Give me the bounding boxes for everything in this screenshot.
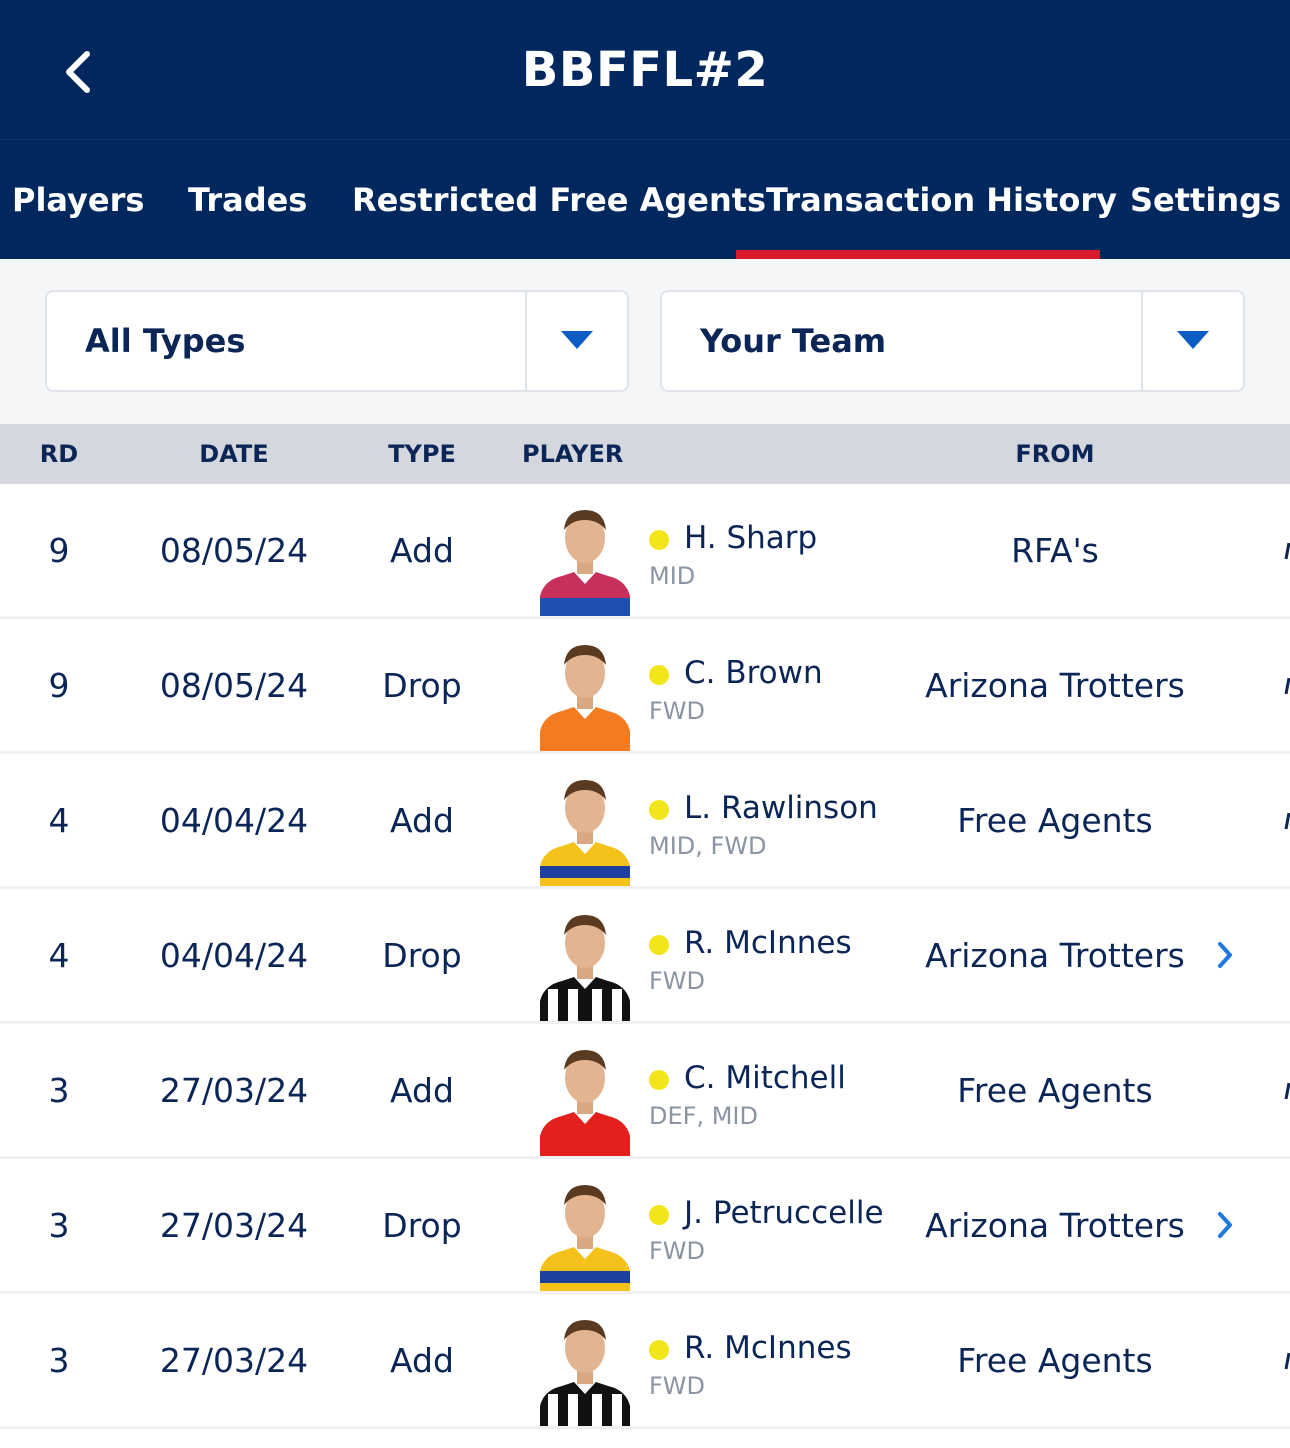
round-cell: 4: [48, 935, 70, 975]
app-header: BBFFL#2: [0, 0, 1290, 139]
player-name[interactable]: C. Brown: [684, 655, 823, 691]
column-header-type: TYPE: [388, 440, 456, 468]
player-name[interactable]: L. Rawlinson: [684, 790, 878, 826]
tab-players[interactable]: Players: [12, 140, 144, 260]
chevron-left-icon: [66, 51, 90, 93]
player-position: FWD: [649, 1237, 706, 1265]
player-status-dot: [649, 1205, 669, 1225]
date-cell: 27/03/24: [159, 1340, 309, 1380]
table-header: RD DATE TYPE PLAYER FROM: [0, 424, 1290, 484]
player-position: DEF, MID: [649, 1102, 758, 1130]
round-cell: 3: [48, 1070, 70, 1110]
from-cell: Arizona Trotters: [925, 1205, 1185, 1245]
player-avatar: [540, 635, 630, 751]
type-cell: Drop: [382, 1205, 462, 1245]
date-cell: 08/05/24: [159, 665, 309, 705]
column-header-rd: RD: [39, 440, 79, 468]
filter-bar: All Types Your Team: [0, 259, 1290, 424]
column-header-date: DATE: [199, 440, 269, 468]
player-avatar: [540, 770, 630, 886]
round-cell: 3: [48, 1205, 70, 1245]
clipped-column-edge: [1284, 1352, 1290, 1370]
date-cell: 04/04/24: [159, 935, 309, 975]
table-row[interactable]: 9 08/05/24 Drop C. Brown FWD Arizona Trotters: [0, 619, 1290, 754]
type-cell: Add: [390, 1340, 454, 1380]
player-status-dot: [649, 800, 669, 820]
page-title: BBFFL#2: [521, 41, 769, 98]
active-tab-indicator: [736, 250, 1100, 259]
type-filter-select[interactable]: All Types: [45, 290, 629, 392]
chevron-right-icon[interactable]: [1210, 1205, 1240, 1245]
from-cell: Free Agents: [957, 1340, 1153, 1380]
table-row[interactable]: 4 04/04/24 Add L. Rawlinson MID, FWD Free Age…: [0, 754, 1290, 889]
date-cell: 27/03/24: [159, 1205, 309, 1245]
team-filter-select[interactable]: Your Team: [660, 290, 1245, 392]
type-cell: Add: [390, 1070, 454, 1110]
player-name[interactable]: C. Mitchell: [684, 1060, 846, 1096]
from-cell: Free Agents: [957, 1070, 1153, 1110]
tab-trades[interactable]: Trades: [188, 140, 307, 260]
caret-down-icon: [1177, 331, 1209, 349]
from-cell: RFA's: [1011, 530, 1099, 570]
table-row[interactable]: 3 27/03/24 Drop J. Petruccelle FWD Arizona Tr…: [0, 1159, 1290, 1294]
round-cell: 4: [48, 800, 70, 840]
column-header-from: FROM: [1015, 440, 1095, 468]
date-cell: 04/04/24: [159, 800, 309, 840]
type-filter-dropdown-button[interactable]: [525, 292, 627, 390]
round-cell: 9: [48, 530, 70, 570]
table-row[interactable]: 3 27/03/24 Add C. Mitchell DEF, MID Free Agen…: [0, 1024, 1290, 1159]
player-avatar: [540, 1175, 630, 1291]
type-cell: Drop: [382, 665, 462, 705]
table-row[interactable]: 4 04/04/24 Drop R. McInnes FWD Arizona Trotte…: [0, 889, 1290, 1024]
player-name[interactable]: R. McInnes: [684, 1330, 852, 1366]
player-status-dot: [649, 1070, 669, 1090]
player-status-dot: [649, 1340, 669, 1360]
tab-transaction-history[interactable]: Transaction History: [766, 140, 1117, 260]
round-cell: 3: [48, 1340, 70, 1380]
player-position: MID, FWD: [649, 832, 767, 860]
from-cell: Arizona Trotters: [925, 935, 1185, 975]
from-cell: Free Agents: [957, 800, 1153, 840]
player-avatar: [540, 1040, 630, 1156]
player-status-dot: [649, 935, 669, 955]
table-row[interactable]: 3 27/03/24 Add R. McInnes FWD Free Agents: [0, 1294, 1290, 1429]
player-position: FWD: [649, 967, 706, 995]
player-status-dot: [649, 665, 669, 685]
player-position: FWD: [649, 1372, 706, 1400]
caret-down-icon: [561, 331, 593, 349]
back-button[interactable]: [48, 42, 108, 102]
from-cell: Arizona Trotters: [925, 665, 1185, 705]
round-cell: 9: [48, 665, 70, 705]
clipped-column-edge: [1284, 542, 1290, 560]
player-name[interactable]: H. Sharp: [684, 520, 817, 556]
date-cell: 27/03/24: [159, 1070, 309, 1110]
tab-settings[interactable]: Settings: [1130, 140, 1281, 260]
tab-bar: Players Trades Restricted Free Agents Tr…: [0, 139, 1290, 259]
type-filter-value: All Types: [85, 322, 246, 360]
chevron-right-icon[interactable]: [1210, 935, 1240, 975]
column-header-player: PLAYER: [522, 440, 624, 468]
player-avatar: [540, 500, 630, 616]
player-avatar: [540, 1310, 630, 1426]
type-cell: Drop: [382, 935, 462, 975]
type-cell: Add: [390, 530, 454, 570]
player-name[interactable]: J. Petruccelle: [684, 1195, 884, 1231]
player-position: FWD: [649, 697, 706, 725]
clipped-column-edge: [1284, 812, 1290, 830]
player-name[interactable]: R. McInnes: [684, 925, 852, 961]
clipped-column-edge: [1284, 1082, 1290, 1100]
date-cell: 08/05/24: [159, 530, 309, 570]
player-status-dot: [649, 530, 669, 550]
clipped-column-edge: [1284, 677, 1290, 695]
player-avatar: [540, 905, 630, 1021]
team-filter-value: Your Team: [700, 322, 887, 360]
type-cell: Add: [390, 800, 454, 840]
team-filter-dropdown-button[interactable]: [1141, 292, 1243, 390]
table-row[interactable]: 9 08/05/24 Add H. Sharp MID RFA's: [0, 484, 1290, 619]
tab-restricted-free-agents[interactable]: Restricted Free Agents: [352, 140, 766, 260]
player-position: MID: [649, 562, 696, 590]
